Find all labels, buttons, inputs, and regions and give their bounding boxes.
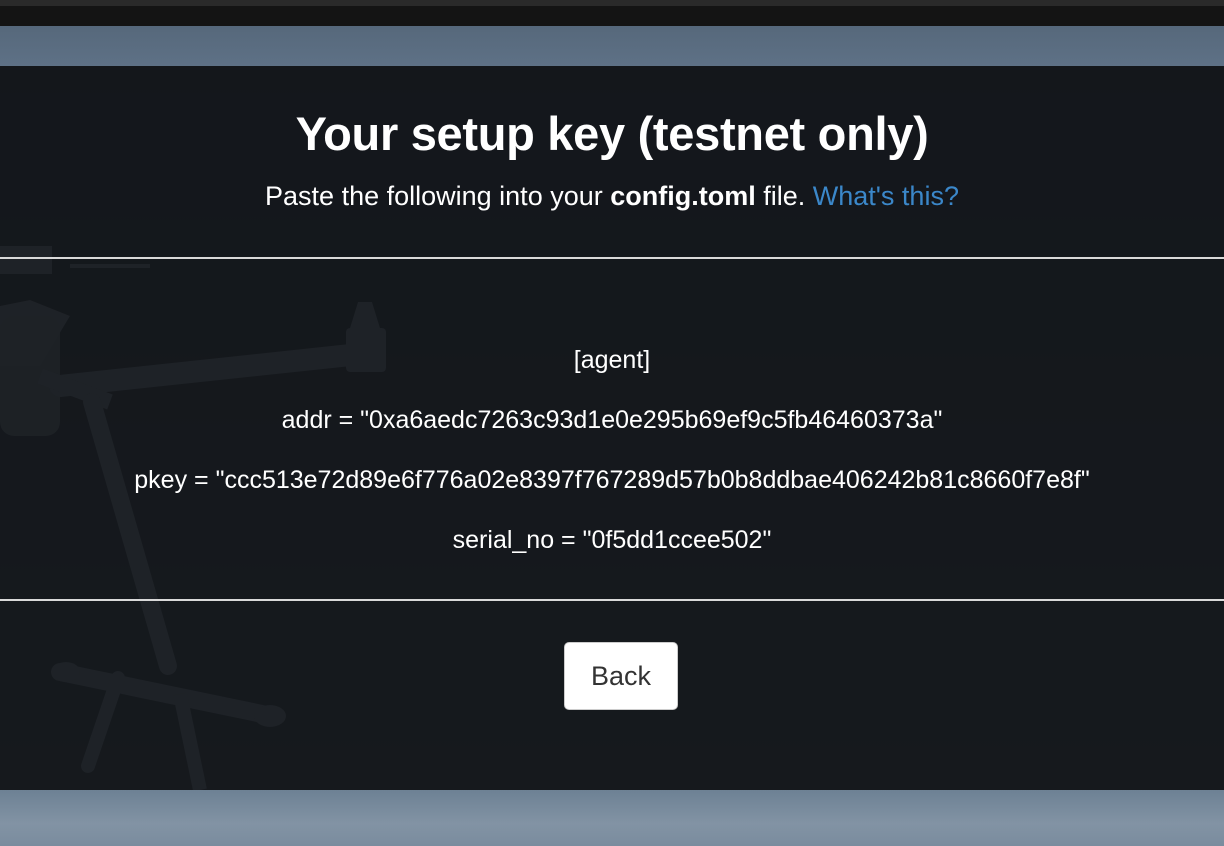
background-sky-top (0, 26, 1224, 66)
bottom-divider (0, 599, 1224, 601)
setup-key-panel: Your setup key (testnet only) Paste the … (0, 66, 1224, 790)
background-sky-bottom (0, 790, 1224, 846)
subtitle-suffix: file. (755, 181, 813, 211)
config-block: [agent] addr = "0xa6aedc7263c93d1e0e295b… (0, 330, 1224, 570)
config-serial-line: serial_no = "0f5dd1ccee502" (452, 526, 772, 554)
page-subtitle: Paste the following into your config.tom… (0, 180, 1224, 212)
config-section-header: [agent] (573, 346, 651, 374)
page-title: Your setup key (testnet only) (295, 107, 929, 160)
back-button[interactable]: Back (564, 642, 678, 710)
subtitle-prefix: Paste the following into your (265, 181, 611, 211)
top-divider (0, 257, 1224, 259)
whats-this-link[interactable]: What's this? (813, 181, 959, 211)
browser-top-bar (0, 0, 1224, 26)
config-pkey-line: pkey = "ccc513e72d89e6f776a02e8397f76728… (134, 466, 1090, 494)
page-header: Your setup key (testnet only) Paste the … (0, 66, 1224, 258)
config-filename: config.toml (610, 181, 756, 211)
config-addr-line: addr = "0xa6aedc7263c93d1e0e295b69ef9c5f… (281, 406, 943, 434)
